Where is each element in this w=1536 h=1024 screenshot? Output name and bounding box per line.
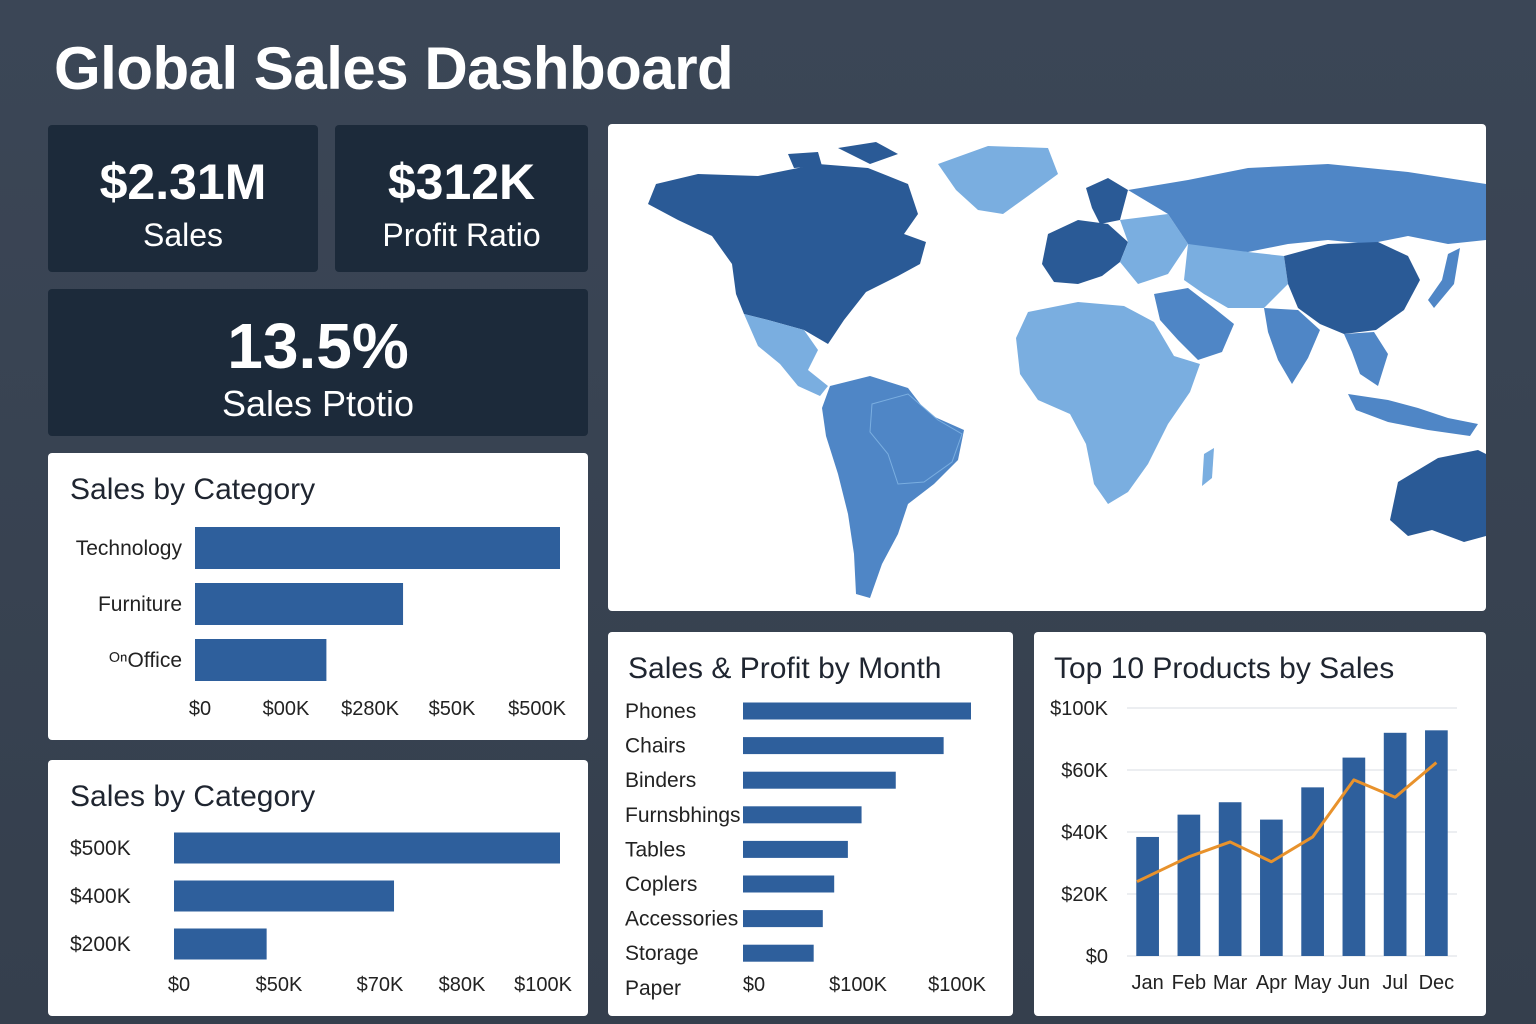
- map-region-australia[interactable]: [1390, 450, 1486, 542]
- category-label: $400K: [70, 885, 131, 908]
- bar: [743, 771, 896, 789]
- map-region-india[interactable]: [1264, 308, 1320, 384]
- bar: [743, 910, 823, 928]
- kpi-profit-ratio-label: Profit Ratio: [382, 217, 541, 253]
- x-tick-label: $0: [189, 698, 211, 720]
- bar: [743, 840, 848, 858]
- category-label: $500K: [70, 837, 131, 860]
- kpi-sales-ratio-label: Sales Ptotio: [221, 383, 415, 424]
- top-products-chart: Top 10 Products by Sales $100K $60K $40K $2…: [1050, 652, 1457, 994]
- category-label: Storage: [625, 942, 699, 965]
- x-tick-label: Jun: [1338, 972, 1370, 994]
- x-tick-label: $100K: [514, 974, 572, 996]
- sales-by-category-panel: Sales by Category Technology Furniture ᴼⁿO…: [48, 453, 588, 740]
- category-label: Coplers: [625, 873, 697, 896]
- x-tick-label: Jul: [1382, 972, 1408, 994]
- y-tick-label: $20K: [1061, 884, 1108, 906]
- world-map[interactable]: [608, 124, 1486, 611]
- bar: [195, 583, 404, 625]
- x-tick-label: Mar: [1213, 972, 1248, 994]
- bar: [195, 639, 327, 681]
- category-label: Paper: [625, 977, 681, 1000]
- x-tick-label: $280K: [341, 698, 399, 720]
- bar: [1383, 732, 1407, 956]
- category-label: Furnsbhings: [625, 804, 741, 827]
- category-label: Binders: [625, 769, 696, 792]
- kpi-sales-label: Sales: [142, 217, 224, 253]
- bar: [1136, 836, 1159, 956]
- map-region-scandinavia[interactable]: [1086, 178, 1128, 224]
- map-region-arctic-islands[interactable]: [788, 142, 898, 168]
- sales-by-category-panel-2: Sales by Category $500K $400K $200K $0 $50K $…: [48, 760, 588, 1016]
- y-tick-label: $0: [1086, 946, 1108, 968]
- category-label: Chairs: [625, 735, 686, 758]
- category-label: Furniture: [98, 593, 182, 616]
- top-products-panel: Top 10 Products by Sales $100K $60K $40K $2…: [1034, 632, 1486, 1016]
- bar: [1301, 787, 1324, 956]
- x-tick-label: $100K: [928, 974, 986, 996]
- category-label: Technology: [76, 537, 183, 560]
- bar: [174, 832, 560, 864]
- x-tick-label: May: [1294, 972, 1332, 994]
- chart-title: Sales by Category: [70, 473, 315, 506]
- dashboard-title: Global Sales Dashboard: [54, 35, 734, 102]
- bar: [1177, 814, 1201, 956]
- category-label: Phones: [625, 700, 696, 723]
- category-label: $200K: [70, 933, 131, 956]
- kpi-profit-ratio-value: $312K: [387, 154, 536, 210]
- map-region-greenland[interactable]: [938, 146, 1058, 214]
- x-tick-label: Feb: [1172, 972, 1206, 994]
- sales-profit-by-month-panel: Sales & Profit by Month Phones Chairs Bind…: [608, 632, 1013, 1016]
- x-tick-label: Jan: [1132, 972, 1164, 994]
- x-tick-label: $0: [168, 974, 190, 996]
- chart-title: Sales by Category: [70, 780, 315, 813]
- x-tick-label: $50K: [429, 698, 476, 720]
- x-tick-label: $50K: [256, 974, 303, 996]
- x-tick-label: Apr: [1256, 972, 1287, 994]
- y-tick-label: $60K: [1061, 760, 1108, 782]
- x-tick-label: $00K: [263, 698, 310, 720]
- map-region-indonesia[interactable]: [1348, 394, 1478, 436]
- map-region-southeast-asia[interactable]: [1344, 332, 1388, 386]
- x-tick-label: $80K: [439, 974, 486, 996]
- bar: [174, 880, 395, 912]
- category-label: Accessories: [625, 908, 738, 931]
- bar: [174, 928, 267, 960]
- map-region-europe[interactable]: [1042, 220, 1128, 284]
- sales-profit-by-month-chart: Sales & Profit by Month Phones Chairs Bind…: [625, 652, 987, 1000]
- y-tick-label: $40K: [1061, 822, 1108, 844]
- kpi-sales-ratio-value: 13.5%: [227, 310, 409, 382]
- map-region-madagascar[interactable]: [1202, 448, 1214, 486]
- x-tick-label: $500K: [508, 698, 566, 720]
- sales-by-category-chart-2: Sales by Category $500K $400K $200K $0 $50K $…: [70, 780, 573, 996]
- bar: [743, 875, 835, 893]
- y-tick-label: $100K: [1050, 698, 1108, 720]
- bar: [1342, 757, 1366, 956]
- world-map-panel[interactable]: [608, 124, 1486, 611]
- chart-title: Top 10 Products by Sales: [1054, 652, 1394, 685]
- x-tick-label: $100K: [829, 974, 887, 996]
- bar: [1218, 802, 1242, 956]
- bar: [1260, 819, 1283, 956]
- bar: [743, 737, 944, 755]
- category-label: Tables: [625, 838, 686, 861]
- kpi-sales-value: $2.31M: [99, 154, 267, 210]
- bar: [743, 702, 971, 720]
- bar: [195, 527, 560, 569]
- kpi-profit-ratio-card: $312K Profit Ratio: [335, 125, 588, 272]
- category-label: ᴼⁿOffice: [109, 649, 182, 672]
- x-tick-label: $0: [743, 974, 765, 996]
- map-region-japan[interactable]: [1428, 248, 1460, 308]
- kpi-sales-card: $2.31M Sales: [48, 125, 318, 272]
- kpi-sales-ratio-card: 13.5% Sales Ptotio: [48, 289, 588, 436]
- bar: [743, 806, 862, 824]
- x-tick-label: Dec: [1419, 972, 1455, 994]
- bar: [743, 944, 814, 962]
- chart-title: Sales & Profit by Month: [628, 652, 941, 685]
- map-region-north-america[interactable]: [648, 164, 926, 344]
- sales-by-category-chart: Sales by Category Technology Furniture ᴼⁿO…: [70, 473, 567, 720]
- x-tick-label: $70K: [357, 974, 404, 996]
